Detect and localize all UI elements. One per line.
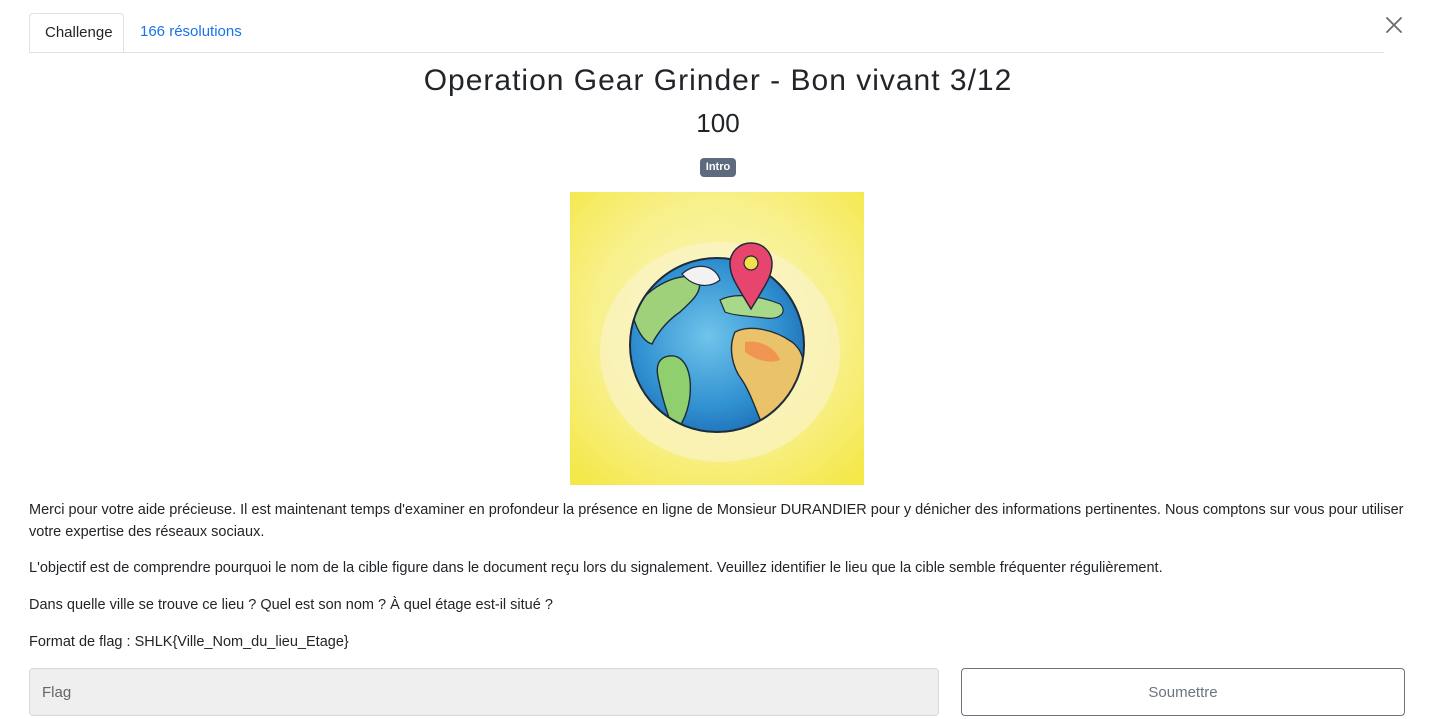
description-paragraph: Merci pour votre aide précieuse. Il est … bbox=[29, 502, 1404, 540]
challenge-title: Operation Gear Grinder - Bon vivant 3/12 bbox=[423, 64, 1013, 97]
flag-input[interactable] bbox=[29, 668, 939, 716]
tab-bar: Challenge 166 résolutions bbox=[29, 13, 1384, 53]
description-paragraph: L'objectif est de comprendre pourquoi le… bbox=[29, 560, 1163, 576]
challenge-points: 100 bbox=[696, 108, 740, 138]
flag-format-text: Format de flag : SHLK{Ville_Nom_du_lieu_… bbox=[29, 634, 349, 650]
challenge-modal: Challenge 166 résolutions Operation Gear… bbox=[0, 0, 1436, 719]
tab-challenge[interactable]: Challenge bbox=[29, 13, 124, 52]
submit-button[interactable]: Soumettre bbox=[961, 668, 1405, 716]
globe-with-location-pin-illustration bbox=[570, 192, 864, 485]
tab-solves[interactable]: 166 résolutions bbox=[125, 13, 257, 51]
close-icon[interactable] bbox=[1382, 13, 1406, 37]
category-badge: Intro bbox=[699, 158, 737, 177]
description-paragraph: Dans quelle ville se trouve ce lieu ? Qu… bbox=[29, 597, 553, 613]
category-badge-container: Intro bbox=[0, 157, 1436, 177]
